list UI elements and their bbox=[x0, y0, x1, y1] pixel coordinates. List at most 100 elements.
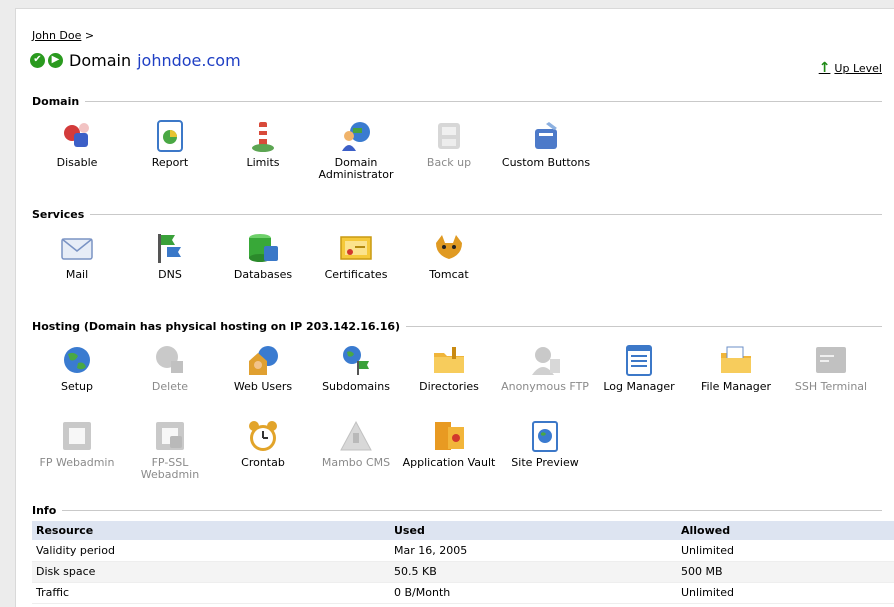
page-title-prefix: Domain bbox=[69, 50, 132, 70]
tool-fp-webadmin[interactable]: FP Webadmin bbox=[29, 419, 125, 469]
custom-buttons-icon bbox=[529, 119, 563, 153]
tool-label: Subdomains bbox=[322, 380, 390, 393]
info-table: Resource Used Allowed Validity period Ma… bbox=[32, 521, 894, 604]
tool-fp-ssl-webadmin[interactable]: FP-SSL Webadmin bbox=[122, 419, 218, 481]
tool-dns[interactable]: DNS bbox=[122, 231, 218, 281]
tool-report[interactable]: Report bbox=[122, 119, 218, 169]
cell-used: 50.5 KB bbox=[390, 561, 677, 583]
fp-ssl-webadmin-icon bbox=[153, 419, 187, 453]
limits-icon bbox=[246, 119, 280, 153]
tool-label: Log Manager bbox=[603, 380, 675, 393]
cell-resource: Disk space bbox=[32, 561, 390, 583]
table-row: Traffic 0 B/Month Unlimited bbox=[32, 582, 894, 604]
section-services-label: Services bbox=[32, 207, 85, 221]
report-icon bbox=[153, 119, 187, 153]
tool-custom-buttons[interactable]: Custom Buttons bbox=[498, 119, 594, 169]
section-hosting: Hosting (Domain has physical hosting on … bbox=[32, 319, 882, 333]
tool-label: FP-SSL Webadmin bbox=[140, 456, 200, 481]
breadcrumb-separator: > bbox=[84, 29, 95, 42]
check-icon: ✔ bbox=[30, 52, 45, 68]
tool-back-up[interactable]: Back up bbox=[401, 119, 497, 169]
page-title-domain: johndoe.com bbox=[137, 50, 241, 70]
site-preview-icon bbox=[528, 419, 562, 453]
tool-site-preview[interactable]: Site Preview bbox=[497, 419, 593, 469]
tool-label: Mambo CMS bbox=[321, 456, 391, 469]
tool-label: SSH Terminal bbox=[794, 380, 868, 393]
web-users-icon bbox=[246, 343, 280, 377]
fp-webadmin-icon bbox=[60, 419, 94, 453]
tool-label: Site Preview bbox=[511, 456, 579, 469]
section-divider bbox=[90, 214, 882, 215]
domain-administrator-icon bbox=[339, 119, 373, 153]
tool-log-manager[interactable]: Log Manager bbox=[591, 343, 687, 393]
section-divider bbox=[62, 510, 882, 511]
tool-label: Tomcat bbox=[429, 268, 469, 281]
tool-label: Certificates bbox=[324, 268, 388, 281]
tool-disable[interactable]: Disable bbox=[29, 119, 125, 169]
tool-subdomains[interactable]: Subdomains bbox=[308, 343, 404, 393]
tool-label: Delete bbox=[151, 380, 189, 393]
tomcat-icon bbox=[432, 231, 466, 265]
section-domain: Domain bbox=[32, 94, 882, 108]
domain-page: John Doe > ✔ ▶ Domain johndoe.com ↑ Up L… bbox=[15, 8, 894, 607]
cell-resource: Validity period bbox=[32, 540, 390, 562]
play-icon: ▶ bbox=[48, 52, 63, 68]
tool-label: Report bbox=[151, 156, 189, 169]
section-domain-label: Domain bbox=[32, 94, 80, 108]
tool-delete[interactable]: Delete bbox=[122, 343, 218, 393]
databases-icon bbox=[246, 231, 280, 265]
info-table-header: Resource Used Allowed bbox=[32, 521, 894, 540]
tool-label: Mail bbox=[65, 268, 89, 281]
delete-icon bbox=[153, 343, 187, 377]
cell-allowed: 500 MB bbox=[677, 561, 894, 583]
cell-resource: Traffic bbox=[32, 582, 390, 604]
tool-mail[interactable]: Mail bbox=[29, 231, 125, 281]
tool-label: DNS bbox=[158, 268, 182, 281]
tool-file-manager[interactable]: File Manager bbox=[688, 343, 784, 393]
up-level-link[interactable]: ↑ Up Level bbox=[819, 60, 882, 76]
tool-label: Domain Administrator bbox=[318, 156, 394, 181]
section-divider bbox=[406, 326, 882, 327]
tool-ssh-terminal[interactable]: SSH Terminal bbox=[783, 343, 879, 393]
disable-icon bbox=[60, 119, 94, 153]
column-header-allowed: Allowed bbox=[677, 521, 894, 540]
tool-setup[interactable]: Setup bbox=[29, 343, 125, 393]
up-arrow-icon: ↑ bbox=[818, 60, 831, 76]
ssh-terminal-icon bbox=[814, 343, 848, 377]
mail-icon bbox=[60, 231, 94, 265]
certificate-icon bbox=[339, 231, 373, 265]
tool-directories[interactable]: Directories bbox=[401, 343, 497, 393]
page-title: ✔ ▶ Domain johndoe.com bbox=[30, 48, 241, 72]
up-level-label: Up Level bbox=[834, 61, 882, 75]
tool-anonymous-ftp[interactable]: Anonymous FTP bbox=[497, 343, 593, 393]
tool-label: Setup bbox=[60, 380, 94, 393]
cell-allowed: Unlimited bbox=[677, 582, 894, 604]
tool-mambo-cms[interactable]: Mambo CMS bbox=[308, 419, 404, 469]
tool-label: Databases bbox=[233, 268, 293, 281]
tool-label: Disable bbox=[56, 156, 98, 169]
tool-domain-administrator[interactable]: Domain Administrator bbox=[308, 119, 404, 181]
column-header-resource: Resource bbox=[32, 521, 390, 540]
application-vault-icon bbox=[432, 419, 466, 453]
cell-used: 0 B/Month bbox=[390, 582, 677, 604]
tool-tomcat[interactable]: Tomcat bbox=[401, 231, 497, 281]
tool-label: Application Vault bbox=[402, 456, 496, 469]
section-divider bbox=[85, 101, 882, 102]
tool-application-vault[interactable]: Application Vault bbox=[401, 419, 497, 469]
tool-label: Directories bbox=[419, 380, 479, 393]
dns-icon bbox=[153, 231, 187, 265]
breadcrumb-user-link[interactable]: John Doe bbox=[32, 29, 81, 42]
cell-used: Mar 16, 2005 bbox=[390, 540, 677, 562]
anonymous-ftp-icon bbox=[528, 343, 562, 377]
tool-crontab[interactable]: Crontab bbox=[215, 419, 311, 469]
cell-allowed: Unlimited bbox=[677, 540, 894, 562]
backup-icon bbox=[432, 119, 466, 153]
log-manager-icon bbox=[622, 343, 656, 377]
subdomains-icon bbox=[339, 343, 373, 377]
tool-certificates[interactable]: Certificates bbox=[308, 231, 404, 281]
mambo-cms-icon bbox=[339, 419, 373, 453]
tool-limits[interactable]: Limits bbox=[215, 119, 311, 169]
tool-databases[interactable]: Databases bbox=[215, 231, 311, 281]
tool-web-users[interactable]: Web Users bbox=[215, 343, 311, 393]
crontab-clock-icon bbox=[246, 419, 280, 453]
